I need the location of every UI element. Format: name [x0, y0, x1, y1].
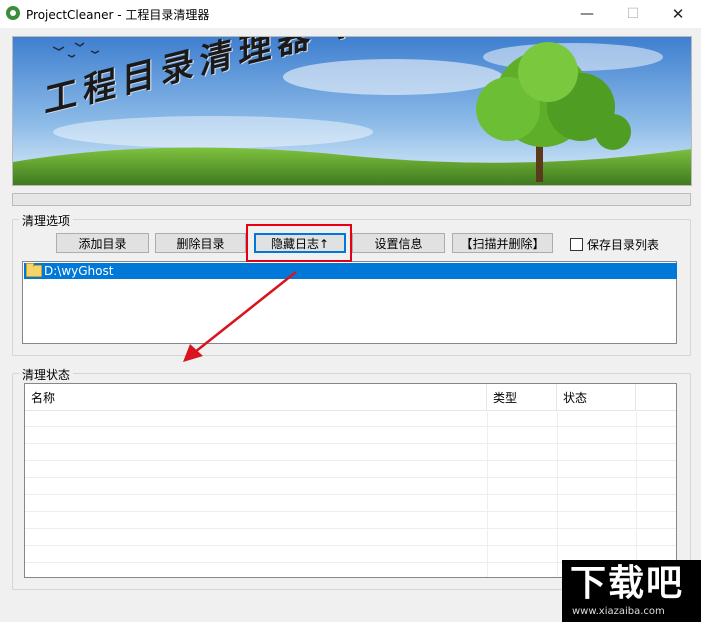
- status-legend: 清理状态: [19, 366, 74, 383]
- table-header: 名称 类型 状态: [25, 384, 676, 411]
- checkbox-box[interactable]: [570, 238, 583, 251]
- options-legend: 清理选项: [19, 212, 74, 229]
- table-row: [25, 512, 676, 529]
- table-row: [25, 495, 676, 512]
- table-row: [25, 529, 676, 546]
- title-bar: ProjectCleaner - 工程目录清理器 — ☐ ✕: [0, 0, 701, 28]
- window-title: ProjectCleaner - 工程目录清理器: [26, 8, 210, 22]
- list-item[interactable]: D:\wyGhost: [24, 263, 677, 279]
- status-table[interactable]: 名称 类型 状态: [24, 383, 677, 578]
- app-icon: [6, 6, 20, 20]
- table-row: [25, 461, 676, 478]
- column-header-type[interactable]: 类型: [487, 384, 557, 410]
- table-row: [25, 410, 676, 427]
- settings-button[interactable]: 设置信息: [352, 233, 445, 253]
- folder-icon: [26, 263, 42, 277]
- minimize-button[interactable]: —: [564, 0, 610, 28]
- maximize-button[interactable]: ☐: [610, 0, 656, 28]
- table-row: [25, 427, 676, 444]
- save-list-checkbox[interactable]: 保存目录列表: [570, 236, 659, 253]
- column-header-status[interactable]: 状态: [557, 384, 636, 410]
- column-header-name[interactable]: 名称: [25, 384, 487, 410]
- list-item-label: D:\wyGhost: [44, 264, 114, 278]
- save-list-label: 保存目录列表: [587, 238, 660, 252]
- scan-delete-button[interactable]: 【扫描并删除】: [452, 233, 553, 253]
- close-button[interactable]: ✕: [655, 0, 701, 28]
- progress-bar: [12, 193, 691, 206]
- watermark-url: www.xiazaiba.com: [572, 606, 665, 617]
- watermark: 下载吧 www.xiazaiba.com: [562, 560, 701, 622]
- remove-directory-button[interactable]: 删除目录: [155, 233, 246, 253]
- watermark-logo: 下载吧: [570, 563, 685, 604]
- directory-list[interactable]: D:\wyGhost: [22, 261, 677, 344]
- banner-image: 工程目录清理器 v1.0: [12, 36, 692, 186]
- table-row: [25, 444, 676, 461]
- table-row: [25, 478, 676, 495]
- add-directory-button[interactable]: 添加目录: [56, 233, 149, 253]
- highlight-box: [246, 224, 352, 262]
